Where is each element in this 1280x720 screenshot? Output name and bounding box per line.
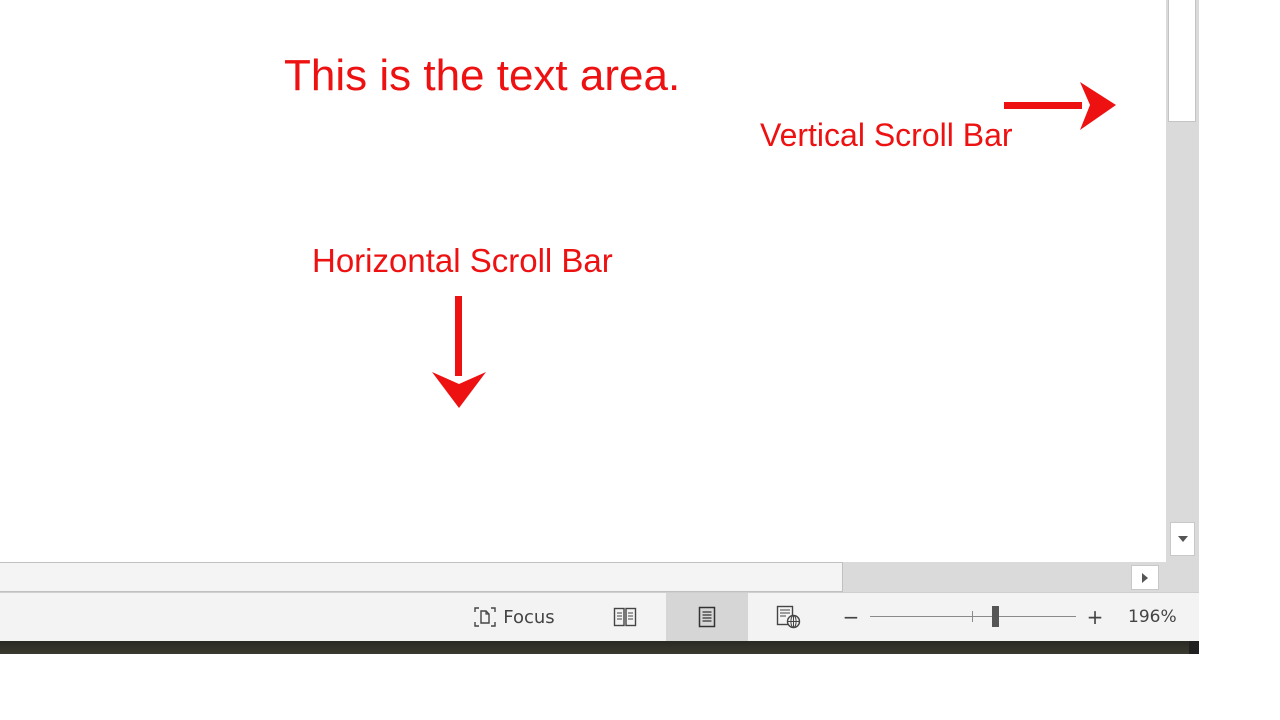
- annotation-text-area: This is the text area.: [284, 51, 681, 100]
- taskbar-edge: [1189, 641, 1199, 654]
- zoom-in-button[interactable]: +: [1082, 593, 1108, 641]
- horizontal-scrollbar[interactable]: [0, 562, 1199, 592]
- print-layout-icon: [698, 606, 716, 628]
- zoom-level[interactable]: 196%: [1128, 593, 1177, 641]
- horizontal-scrollbar-thumb[interactable]: [0, 562, 843, 592]
- focus-button[interactable]: Focus: [462, 593, 566, 641]
- arrow-right-icon: [1004, 82, 1116, 130]
- taskbar-strip: [0, 641, 1199, 654]
- document-text-area[interactable]: This is the text area. Vertical Scroll B…: [0, 0, 1166, 562]
- arrow-down-icon: [432, 296, 486, 408]
- read-mode-icon: [613, 607, 637, 627]
- vertical-scrollbar[interactable]: [1166, 0, 1199, 562]
- zoom-slider-center-tick: [972, 611, 973, 622]
- vertical-scrollbar-thumb[interactable]: [1168, 0, 1196, 122]
- web-layout-icon: [776, 605, 801, 629]
- triangle-down-icon: [1177, 536, 1188, 542]
- scroll-right-button[interactable]: [1131, 565, 1159, 590]
- scroll-down-button[interactable]: [1170, 522, 1195, 556]
- zoom-out-button[interactable]: −: [838, 593, 864, 641]
- zoom-slider-thumb[interactable]: [992, 606, 999, 627]
- read-mode-button[interactable]: [602, 593, 648, 641]
- focus-label: Focus: [503, 606, 555, 628]
- zoom-slider-track[interactable]: [870, 616, 1076, 617]
- web-layout-button[interactable]: [766, 593, 812, 641]
- annotation-horizontal-scroll-bar: Horizontal Scroll Bar: [312, 242, 613, 279]
- annotation-vertical-scroll-bar: Vertical Scroll Bar: [760, 117, 1013, 153]
- triangle-right-icon: [1142, 572, 1148, 583]
- focus-icon: [474, 607, 496, 627]
- print-layout-button[interactable]: [666, 593, 748, 641]
- status-bar: Focus − + 196%: [0, 592, 1199, 641]
